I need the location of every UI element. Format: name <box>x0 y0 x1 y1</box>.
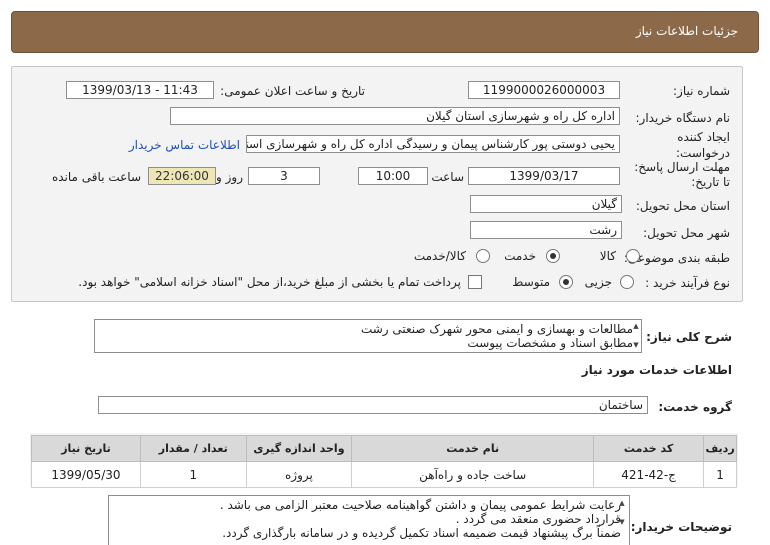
summary-line-1: مطالعات و بهسازی و ایمنی محور شهرک صنعتی… <box>360 322 633 336</box>
buyer-notes-textarea[interactable]: رعایت شرایط عمومی پیمان و داشتن گواهینام… <box>108 495 630 545</box>
summary-textarea[interactable]: مطالعات و بهسازی و ایمنی محور شهرک صنعتی… <box>94 319 642 353</box>
process-medium-radio[interactable] <box>559 275 573 289</box>
deadline-label-line1: مهلت ارسال پاسخ: <box>634 160 730 174</box>
delivery-city-label: شهر محل تحویل: <box>643 226 730 240</box>
process-minor-label: جزیی <box>584 275 612 289</box>
delivery-city-field[interactable]: رشت <box>470 221 622 239</box>
col-unit-header: واحد اندازه گیری <box>245 435 353 462</box>
buyer-org-field[interactable]: اداره کل راه و شهرسازی استان گیلان <box>170 107 620 125</box>
buyer-contact-link[interactable]: اطلاعات تماس خریدار <box>129 138 240 152</box>
remaining-time-label: ساعت باقی مانده <box>51 170 141 184</box>
service-name-cell: ساخت جاده و راه‌آهن <box>351 461 595 488</box>
islamic-treasury-checkbox[interactable] <box>468 275 482 289</box>
remaining-days-field[interactable]: 3 <box>248 167 320 185</box>
service-code-cell: ج-42-421 <box>593 461 705 488</box>
category-goods-service-label: کالا/خدمت <box>413 249 466 263</box>
buyer-notes-label: توضیحات خریدار: <box>630 520 732 534</box>
deadline-time-field[interactable]: 10:00 <box>358 167 428 185</box>
buyer-notes-line-1: رعایت شرایط عمومی پیمان و داشتن گواهینام… <box>219 498 621 512</box>
service-group-label: گروه خدمت: <box>658 400 732 414</box>
process-medium-label: متوسط <box>512 275 550 289</box>
delivery-province-field[interactable]: گیلان <box>470 195 622 213</box>
need-number-label: شماره نیاز: <box>673 84 730 98</box>
quantity-cell: 1 <box>139 461 247 488</box>
payment-note: پرداخت تمام یا بخشی از مبلغ خرید،از محل … <box>78 275 461 289</box>
deadline-label-line2: تا تاریخ: <box>691 175 730 189</box>
col-code-header: کد خدمت <box>593 435 705 462</box>
buyer-org-label: نام دستگاه خریدار: <box>635 111 731 125</box>
page-header: جزئیات اطلاعات نیاز <box>11 11 759 53</box>
category-goods-radio[interactable] <box>626 249 640 263</box>
days-label: روز و <box>216 170 243 184</box>
notes-scroll-up-icon[interactable]: ▲ <box>617 499 627 507</box>
summary-label: شرح کلی نیاز: <box>646 330 732 344</box>
col-name-header: نام خدمت <box>351 435 595 462</box>
delivery-province-label: استان محل تحویل: <box>635 199 730 213</box>
unit-cell: پروژه <box>245 461 353 488</box>
deadline-date-field[interactable]: 1399/03/17 <box>468 167 620 185</box>
col-row-header: ردیف <box>703 435 737 462</box>
notes-scroll-down-icon[interactable]: ▼ <box>617 518 627 526</box>
col-qty-header: تعداد / مقدار <box>139 435 247 462</box>
table-row: 1 ج-42-421 ساخت جاده و راه‌آهن پروژه 1 1… <box>31 461 737 488</box>
announce-datetime-label: تاریخ و ساعت اعلان عمومی: <box>220 84 365 98</box>
col-date-header: تاریخ نیاز <box>31 435 141 462</box>
category-service-radio[interactable] <box>546 249 560 263</box>
category-goods-service-radio[interactable] <box>476 249 490 263</box>
services-section-title: اطلاعات خدمات مورد نیاز <box>581 363 732 377</box>
category-goods-label: کالا <box>599 249 616 263</box>
deadline-time-label: ساعت <box>431 170 464 184</box>
category-service-label: خدمت <box>504 249 536 263</box>
service-group-field[interactable]: ساختمان <box>98 396 648 414</box>
process-type-label: نوع فرآیند خرید : <box>645 276 730 290</box>
need-number-field[interactable]: 1199000026000003 <box>468 81 620 99</box>
creator-label-line1: ایجاد کننده <box>677 130 730 144</box>
buyer-notes-line-3: ضمناً برگ پیشنهاد قیمت ضمیمه اسناد تکمیل… <box>222 526 621 540</box>
summary-scroll-down-icon[interactable]: ▼ <box>631 341 641 349</box>
remaining-time-field[interactable]: 22:06:00 <box>148 167 216 185</box>
buyer-notes-line-2: قرارداد حضوری منعقد می گردد . <box>455 512 621 526</box>
page-title: جزئیات اطلاعات نیاز <box>635 24 738 38</box>
summary-scroll-up-icon[interactable]: ▲ <box>631 322 641 330</box>
table-header-row: ردیف کد خدمت نام خدمت واحد اندازه گیری ت… <box>31 435 737 462</box>
creator-label-line2: درخواست: <box>676 146 730 160</box>
creator-field[interactable]: یحیی دوستی پور کارشناس پیمان و رسیدگی اد… <box>246 135 620 153</box>
announce-datetime-field[interactable]: 1399/03/13 - 11:43 <box>66 81 214 99</box>
summary-line-2: مطابق اسناد و مشخصات پیوست <box>467 336 633 350</box>
need-date-cell: 1399/05/30 <box>31 461 141 488</box>
row-number-cell: 1 <box>703 461 737 488</box>
services-table: ردیف کد خدمت نام خدمت واحد اندازه گیری ت… <box>31 435 737 488</box>
process-minor-radio[interactable] <box>620 275 634 289</box>
